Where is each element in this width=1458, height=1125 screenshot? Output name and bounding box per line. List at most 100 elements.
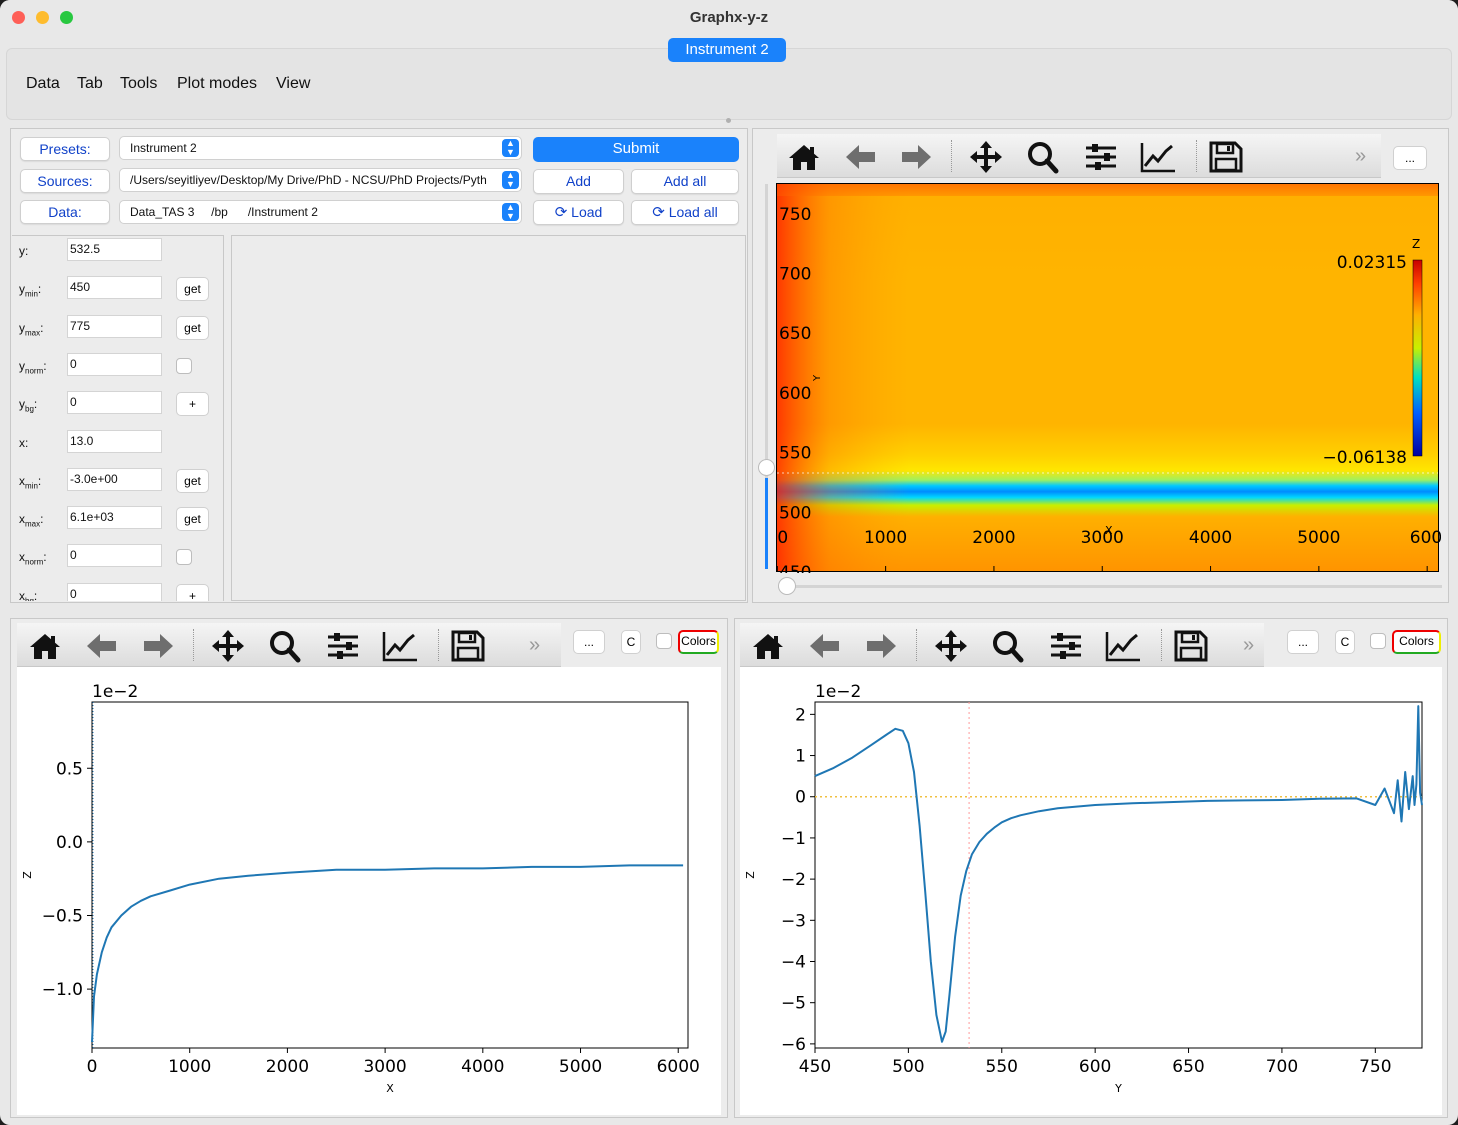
configure-subplots-icon[interactable] (1082, 140, 1120, 174)
load-button[interactable]: ⟳ Load (533, 200, 624, 225)
x-slider-track[interactable] (778, 585, 1442, 588)
clear-button[interactable]: C (621, 630, 641, 654)
x-slider-handle[interactable] (778, 577, 796, 595)
zoom-icon[interactable] (989, 629, 1027, 663)
get-button[interactable]: get (176, 315, 209, 340)
zoom-icon[interactable] (1024, 140, 1062, 174)
forward-arrow-icon[interactable] (139, 629, 177, 663)
colors-checkbox[interactable] (1370, 633, 1386, 649)
load-all-button[interactable]: ⟳ Load all (631, 200, 739, 225)
configure-subplots-icon[interactable] (324, 629, 362, 663)
presets-select[interactable]: Instrument 2 ▲ ▼ (119, 136, 522, 160)
menu-tab[interactable]: Tab (77, 75, 103, 93)
overflow-chevron-icon[interactable]: » (1355, 145, 1366, 168)
plot-frame (91, 701, 689, 1049)
add-button[interactable]: Add (533, 169, 624, 194)
more-button[interactable]: ... (1393, 146, 1427, 170)
y-slider-handle[interactable] (758, 459, 775, 476)
back-arrow-icon[interactable] (842, 140, 880, 174)
colors-button[interactable]: Colors (1392, 630, 1441, 654)
configure-subplots-icon[interactable] (1047, 629, 1085, 663)
get-button[interactable]: get (176, 277, 209, 302)
edit-axis-icon[interactable] (1139, 140, 1177, 174)
x-profile-chart[interactable]: 1e−2 0 1000 2000 3000 4000 5000 6000 0.5 0.0 −0.5 −… (17, 667, 721, 1115)
edit-axis-icon[interactable] (1104, 629, 1142, 663)
xtick-label: 750 (1359, 1057, 1391, 1077)
normalize-checkbox[interactable] (176, 549, 192, 566)
add-background-button[interactable]: + (176, 583, 209, 601)
menu-plot-modes[interactable]: Plot modes (177, 75, 257, 93)
parameters-panel: y: 532.5 ymin: 450 get ymax: 775 get ynorm: 0 ybg:… (12, 235, 224, 601)
param-subscript: norm (25, 366, 44, 376)
overflow-chevron-icon[interactable]: » (529, 634, 540, 657)
forward-arrow-icon[interactable] (897, 140, 935, 174)
colormap-ytick-label: 450 (779, 563, 811, 573)
param-field-y-norm[interactable]: 0 (67, 352, 162, 376)
param-subscript: bg (25, 596, 34, 601)
sources-select[interactable]: /Users/seyitliyev/Desktop/My Drive/PhD -… (119, 168, 522, 192)
xtick-label: 2000 (266, 1057, 309, 1077)
home-icon[interactable] (749, 629, 787, 663)
submit-button[interactable]: Submit (533, 137, 739, 162)
param-field-y-min[interactable]: 450 (67, 276, 162, 300)
back-arrow-icon[interactable] (806, 629, 844, 663)
menu-tools[interactable]: Tools (120, 75, 157, 93)
add-background-button[interactable]: + (176, 392, 209, 417)
home-icon[interactable] (785, 140, 823, 174)
param-field-y[interactable]: 532.5 (67, 238, 162, 261)
save-icon[interactable] (449, 629, 487, 663)
xtick-label: 600 (1079, 1057, 1111, 1077)
colors-checkbox[interactable] (656, 633, 672, 649)
data-button[interactable]: Data: (20, 200, 110, 224)
param-field-x-max[interactable]: 6.1e+03 (67, 506, 162, 530)
splitter-handle[interactable] (726, 118, 731, 123)
tab-instrument-2[interactable]: Instrument 2 (668, 38, 786, 62)
param-field-y-bg[interactable]: 0 (67, 391, 162, 415)
colorbar-max: 0.02315 (1337, 253, 1407, 273)
data-select[interactable]: Data_TAS 3 /bp /Instrument 2 ▲ ▼ (119, 200, 522, 224)
y-profile-chart[interactable]: 1e−2 450 500 550 600 650 700 750 2 1 0 −1 −2 −3 −4 −5 −6… (740, 667, 1442, 1115)
back-arrow-icon[interactable] (83, 629, 121, 663)
param-label-x-norm: xnorm: (19, 550, 47, 567)
zoom-icon[interactable] (266, 629, 304, 663)
overflow-chevron-icon[interactable]: » (1243, 634, 1254, 657)
menu-data[interactable]: Data (26, 75, 60, 93)
param-field-x-bg[interactable]: 0 (67, 582, 162, 601)
pan-icon[interactable] (209, 629, 247, 663)
add-all-button[interactable]: Add all (631, 169, 739, 194)
chevron-updown-icon: ▲ ▼ (502, 171, 519, 189)
param-field-y-max[interactable]: 775 (67, 314, 162, 338)
param-label-y: y: (19, 244, 29, 258)
save-icon[interactable] (1207, 140, 1245, 174)
colorbar-label: Z (1412, 237, 1420, 251)
edit-axis-icon[interactable] (381, 629, 419, 663)
pan-icon[interactable] (967, 140, 1005, 174)
more-button[interactable]: ... (1287, 630, 1319, 654)
param-subscript: norm (25, 557, 44, 567)
forward-arrow-icon[interactable] (862, 629, 900, 663)
menu-view[interactable]: View (276, 75, 310, 93)
title-bar: Graphx-y-z (0, 0, 1458, 36)
colors-button[interactable]: Colors (678, 630, 719, 654)
home-icon[interactable] (26, 629, 64, 663)
clear-button[interactable]: C (1335, 630, 1355, 654)
param-field-x-min[interactable]: -3.0e+00 (67, 467, 162, 491)
ytick-label: −5 (781, 994, 806, 1014)
sources-button[interactable]: Sources: (20, 169, 110, 193)
get-button[interactable]: get (176, 507, 209, 532)
colormap-xlabel: X (1105, 524, 1113, 537)
more-button[interactable]: ... (573, 630, 605, 654)
save-icon[interactable] (1172, 629, 1210, 663)
refresh-icon: ⟳ (554, 204, 568, 221)
get-button[interactable]: get (176, 468, 209, 493)
param-field-x-norm[interactable]: 0 (67, 544, 162, 568)
pan-icon[interactable] (932, 629, 970, 663)
normalize-checkbox[interactable] (176, 357, 192, 374)
x-axis-label: Y (1114, 1082, 1122, 1095)
param-field-x[interactable]: 13.0 (67, 429, 162, 453)
presets-button[interactable]: Presets: (20, 137, 110, 161)
ytick-label: 0.0 (56, 833, 83, 853)
colormap-plot[interactable]: 750 700 650 600 550 500 450 0 1000 2000 3000 4000 5… (776, 183, 1441, 573)
ytick-label: −2 (781, 870, 806, 890)
colormap-ytick-label: 550 (779, 444, 811, 464)
